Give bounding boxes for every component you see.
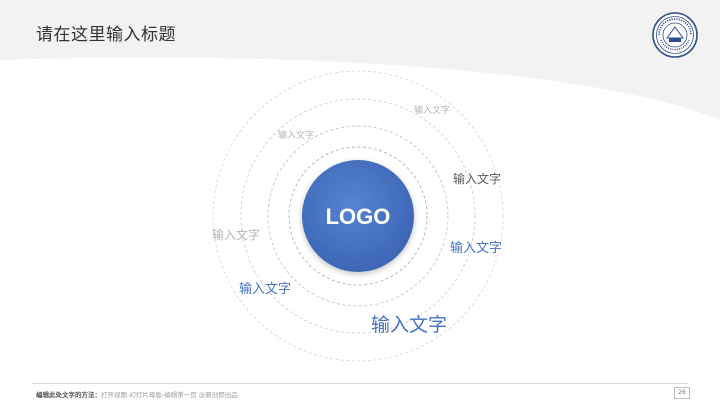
label-3: 输入文字: [453, 172, 502, 186]
footer-note: 编辑此处文字的方法：打开视图-幻灯片母版-编辑第一页 @原创即出品: [36, 389, 238, 399]
slide: 请在这里输入标题 LOGO 输入文字 输入文字 输入文字 输入文字 输入文字 输…: [0, 0, 720, 405]
label-2: 输入文字: [278, 131, 315, 141]
logo-text: LOGO: [326, 204, 391, 229]
label-7: 输入文字: [371, 314, 448, 336]
label-1: 输入文字: [414, 106, 451, 116]
concentric-diagram: LOGO: [212, 70, 504, 362]
footer-text: 打开视图-幻灯片母版-编辑第一页 @原创即出品: [101, 391, 238, 399]
footer-label: 编辑此处文字的方法：: [36, 391, 101, 399]
page-number: 26: [674, 387, 690, 399]
label-6: 输入文字: [239, 282, 292, 297]
label-5: 输入文字: [212, 228, 261, 242]
footer-divider: [32, 383, 688, 384]
label-4: 输入文字: [450, 241, 503, 256]
